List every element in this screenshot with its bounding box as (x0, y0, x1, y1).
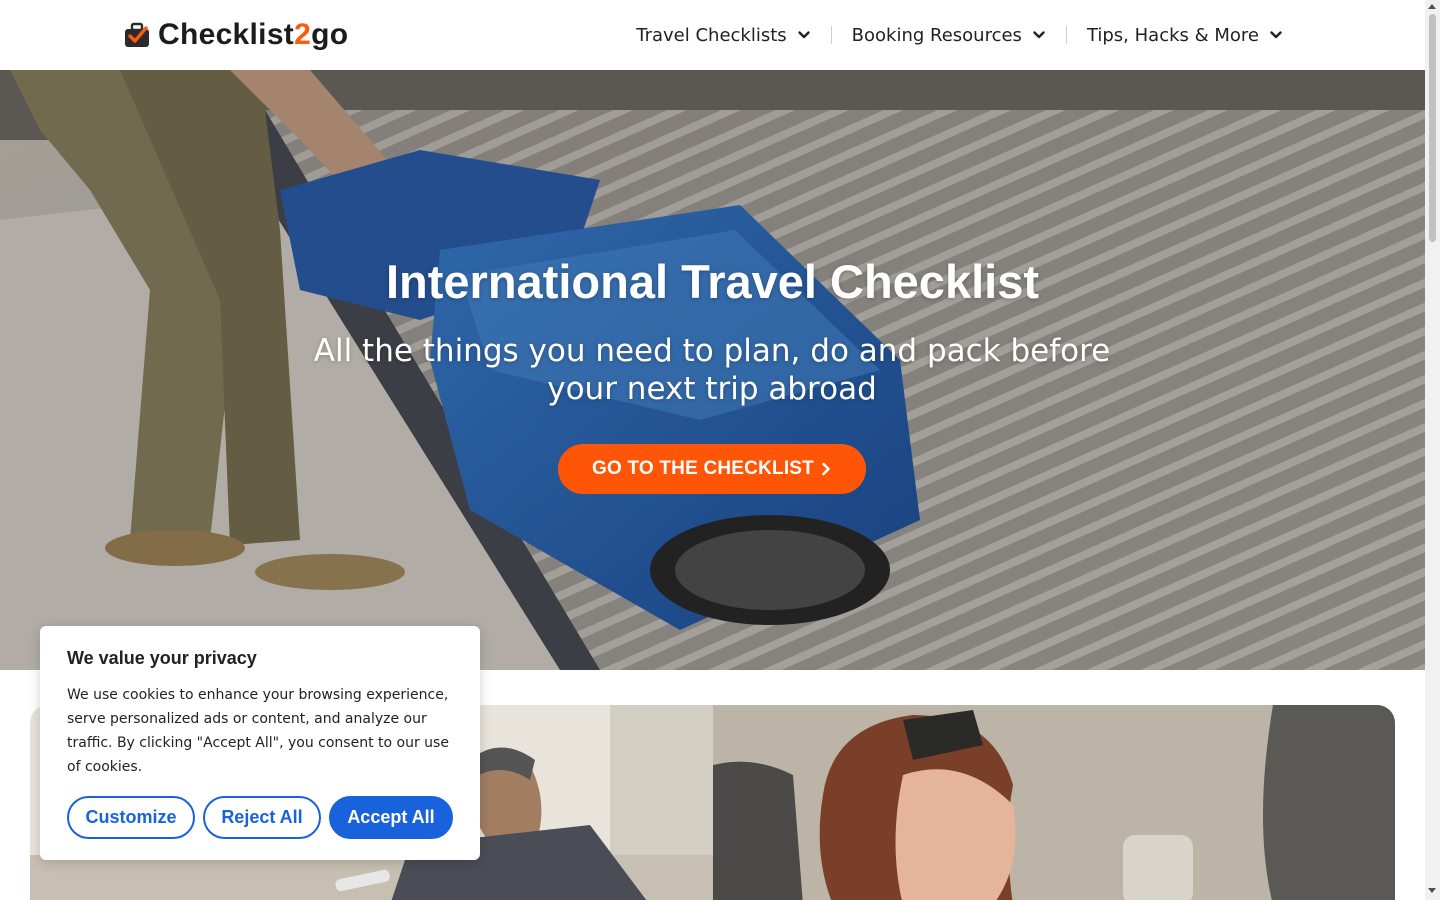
hero-section: International Travel Checklist All the t… (0, 70, 1425, 670)
cookie-consent-banner: We value your privacy We use cookies to … (40, 626, 480, 860)
card-airplane-passenger-image[interactable] (713, 705, 1395, 900)
nav-label: Tips, Hacks & More (1086, 24, 1259, 46)
nav-travel-checklists[interactable]: Travel Checklists (636, 25, 830, 46)
main-nav: Travel Checklists Booking Resources Tips… (636, 20, 1283, 50)
cookie-title: We value your privacy (67, 648, 257, 668)
accept-all-button[interactable]: Accept All (329, 796, 453, 839)
scroll-up-arrow-icon[interactable] (1428, 4, 1436, 9)
cookie-description: We use cookies to enhance your browsing … (67, 687, 449, 775)
nav-booking-resources[interactable]: Booking Resources (832, 25, 1066, 46)
scroll-down-arrow-icon[interactable] (1428, 888, 1436, 893)
cta-label: GO TO THE CHECKLIST (592, 458, 814, 479)
nav-label: Booking Resources (851, 24, 1022, 46)
chevron-down-icon (1033, 31, 1045, 39)
hero-subtitle: All the things you need to plan, do and … (313, 333, 1111, 407)
customize-button[interactable]: Customize (67, 796, 195, 839)
site-header: Checklist2go Travel Checklists Booking R… (0, 0, 1425, 70)
nav-label: Travel Checklists (636, 24, 787, 46)
scroll-thumb[interactable] (1429, 14, 1436, 242)
nav-tips-hacks-more[interactable]: Tips, Hacks & More (1067, 25, 1283, 46)
page-scrollbar[interactable] (1425, 0, 1440, 900)
chevron-right-icon (822, 462, 830, 476)
chevron-down-icon (797, 31, 810, 39)
hero-title: International Travel Checklist (386, 255, 1039, 308)
go-to-checklist-button[interactable]: GO TO THE CHECKLIST (558, 444, 866, 494)
suitcase-check-icon (125, 22, 149, 47)
site-logo[interactable]: Checklist2go (122, 18, 348, 52)
cookie-actions: Customize Reject All Accept All (67, 796, 453, 839)
chevron-down-icon (1270, 31, 1282, 39)
airplane-passenger-photo (713, 705, 1395, 900)
reject-all-button[interactable]: Reject All (203, 796, 321, 839)
logo-text: Checklist2go (158, 18, 349, 51)
